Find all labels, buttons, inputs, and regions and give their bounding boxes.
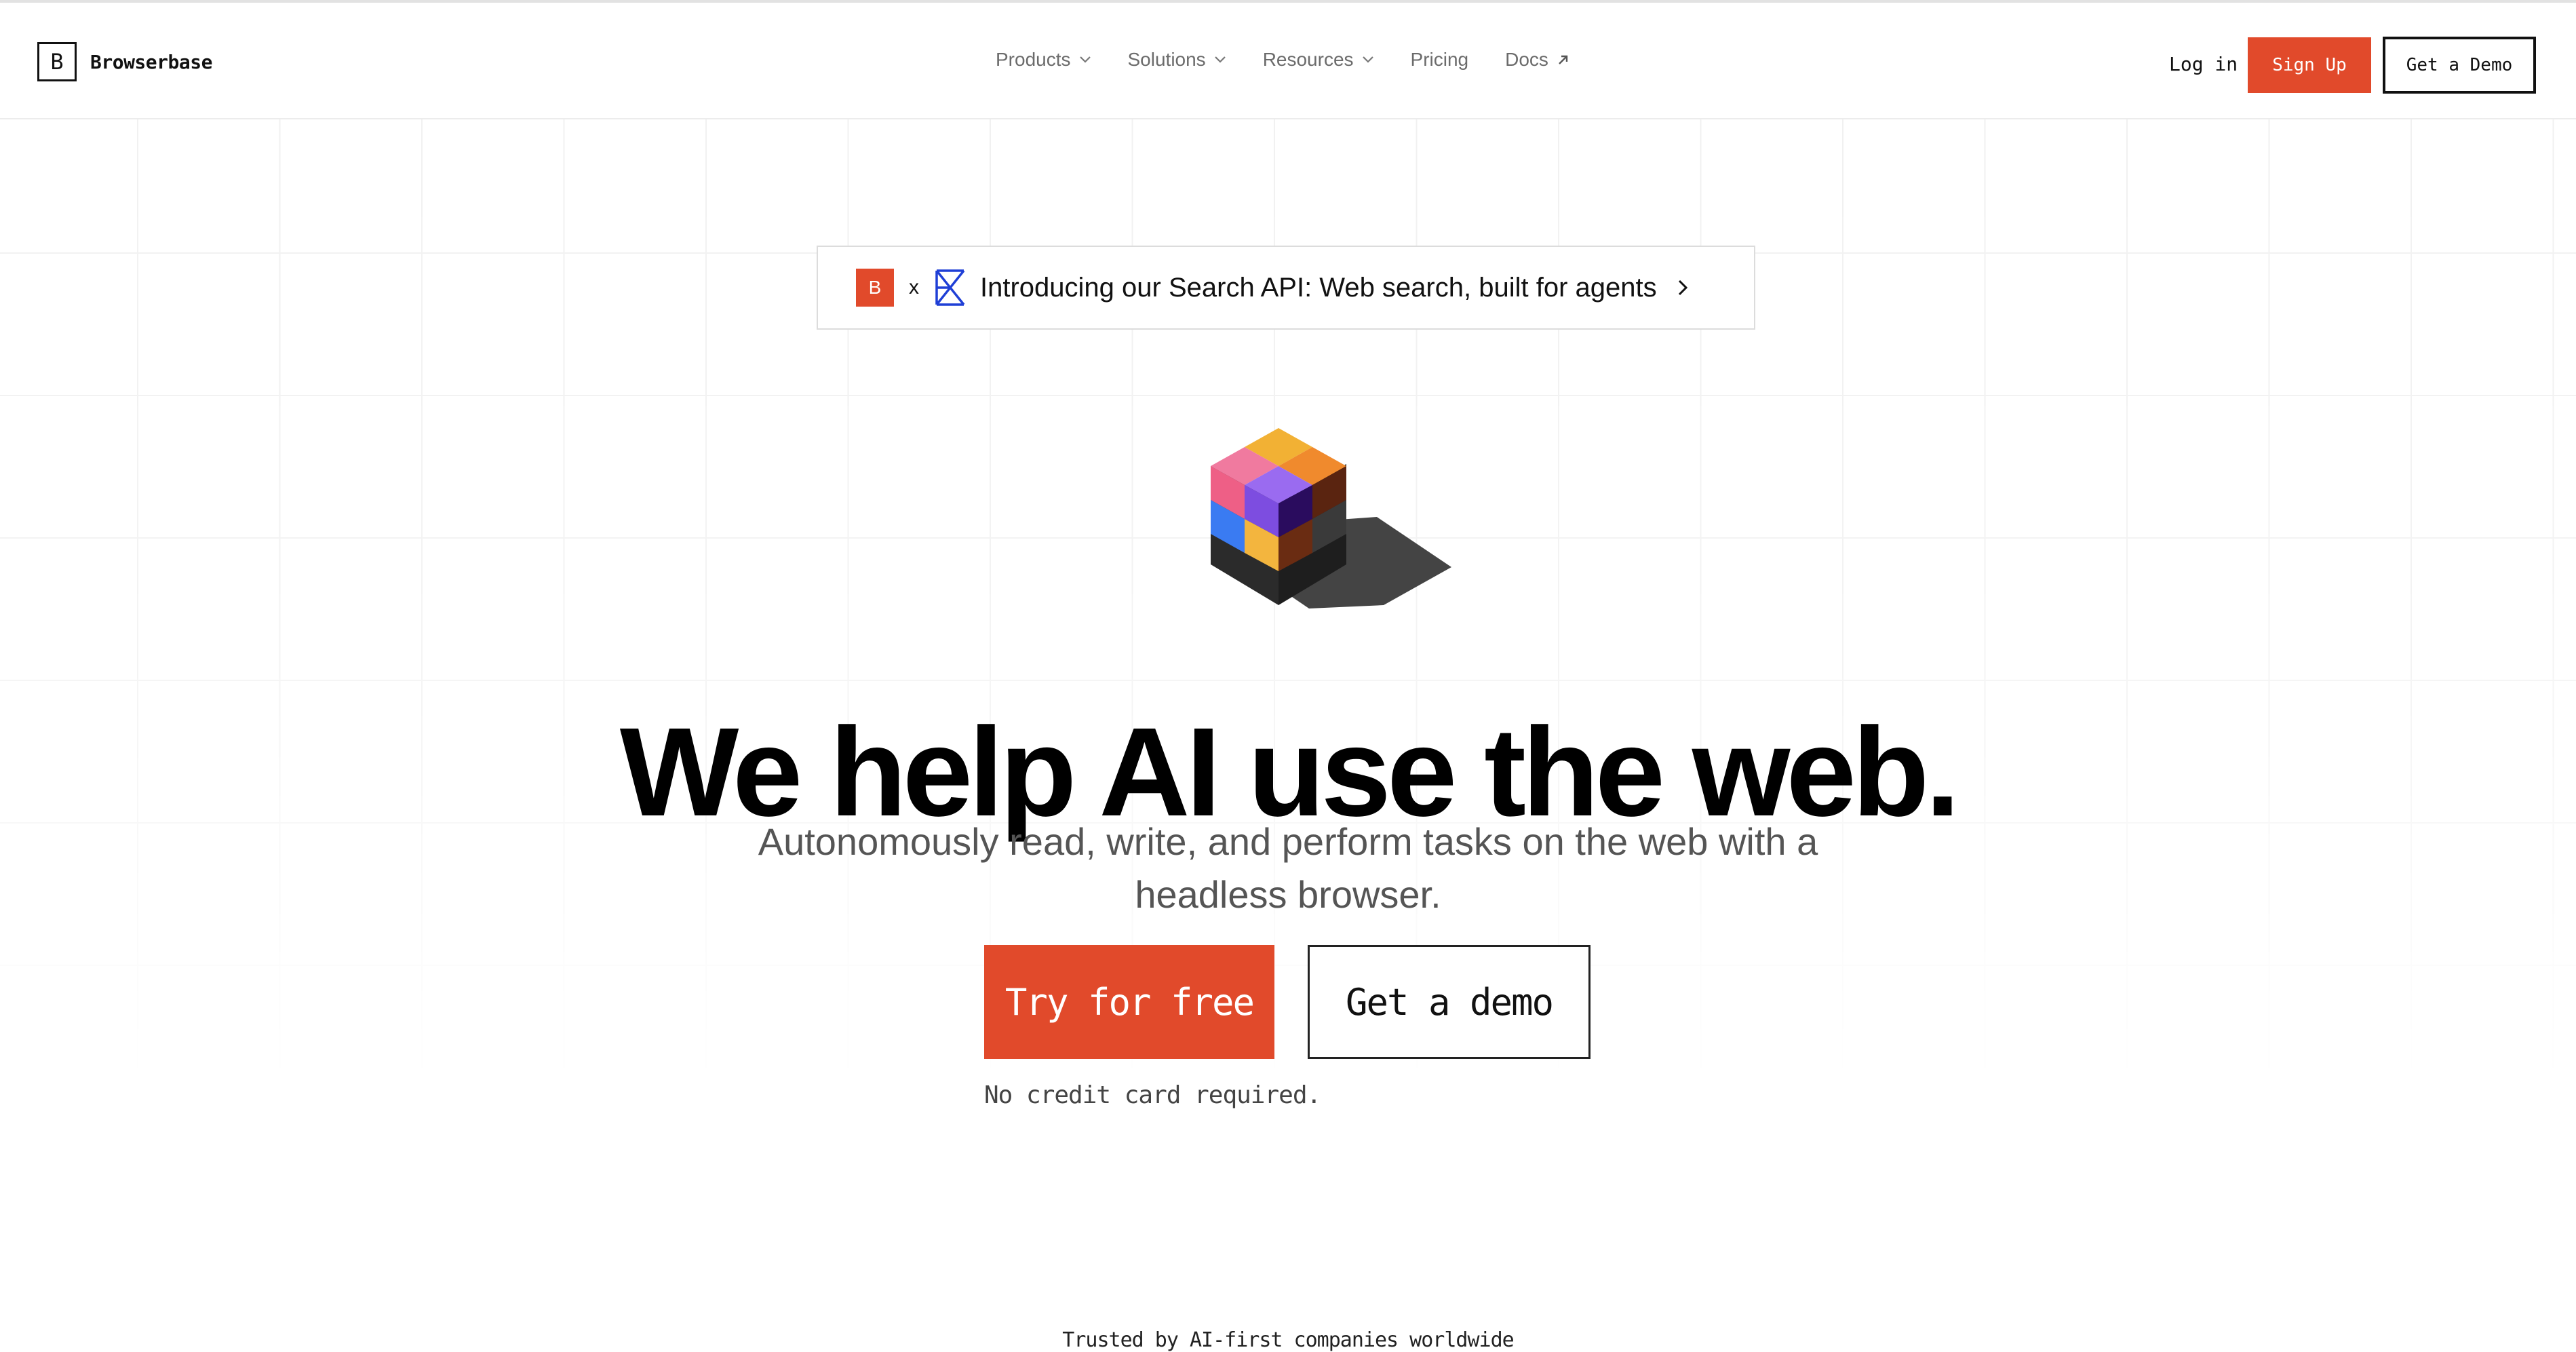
exa-logo-icon xyxy=(935,269,965,306)
brand-logo[interactable]: B Browserbase xyxy=(37,42,212,81)
main-nav: Products Solutions Resources Pricing Doc… xyxy=(996,49,1607,71)
chevron-down-icon xyxy=(1362,56,1373,63)
nav-docs[interactable]: Docs xyxy=(1505,49,1570,71)
chevron-down-icon xyxy=(1214,56,1226,63)
nav-docs-label: Docs xyxy=(1505,49,1548,70)
nav-pricing[interactable]: Pricing xyxy=(1411,49,1469,71)
nav-products[interactable]: Products xyxy=(996,49,1091,71)
nav-solutions[interactable]: Solutions xyxy=(1128,49,1226,71)
nav-products-label: Products xyxy=(996,49,1071,70)
signup-button[interactable]: Sign Up xyxy=(2248,37,2371,93)
announcement-banner[interactable]: B x Introducing our Search API: Web sear… xyxy=(817,246,1755,330)
no-credit-card-note: No credit card required. xyxy=(984,1081,1321,1109)
chevron-right-icon xyxy=(1678,279,1687,296)
logo-mark: B xyxy=(37,42,77,81)
nav-pricing-label: Pricing xyxy=(1410,49,1469,70)
arrow-up-right-icon xyxy=(1559,55,1568,64)
get-demo-button[interactable]: Get a Demo xyxy=(2383,37,2536,94)
login-link[interactable]: Log in xyxy=(2169,53,2238,75)
chevron-down-icon xyxy=(1079,56,1091,63)
site-header: B Browserbase Products Solutions Resourc… xyxy=(0,3,2576,119)
get-a-demo-button[interactable]: Get a demo xyxy=(1308,945,1591,1059)
nav-solutions-label: Solutions xyxy=(1127,49,1206,70)
hero-subhead: Autonomously read, write, and perform ta… xyxy=(758,820,1818,916)
nav-resources[interactable]: Resources xyxy=(1263,49,1374,71)
nav-resources-label: Resources xyxy=(1262,49,1354,70)
cube-illustration xyxy=(1211,428,1451,609)
banner-text: Introducing our Search API: Web search, … xyxy=(980,272,1657,303)
brand-name: Browserbase xyxy=(90,50,212,73)
try-for-free-button[interactable]: Try for free xyxy=(984,945,1274,1059)
browserbase-badge-icon: B xyxy=(856,269,894,307)
banner-times: x xyxy=(909,276,919,298)
